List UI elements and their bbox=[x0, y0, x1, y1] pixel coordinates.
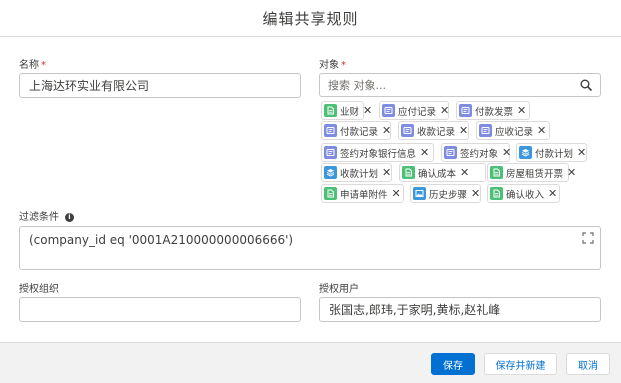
object-pill-label: 历史步骤 bbox=[429, 189, 468, 201]
org-input[interactable] bbox=[19, 297, 301, 322]
users-input[interactable]: 张国志,郎玮,于家明,黄标,赵礼峰 bbox=[319, 297, 601, 322]
users-label-text: 授权用户 bbox=[319, 284, 359, 295]
object-label-text: 对象 bbox=[319, 60, 339, 71]
remove-pill-icon[interactable]: ✕ bbox=[537, 125, 546, 136]
remove-pill-icon[interactable]: ✕ bbox=[392, 188, 401, 199]
object-pill[interactable]: 收款计划 ✕ bbox=[321, 163, 392, 182]
object-pill-label: 收款记录 bbox=[417, 126, 456, 138]
record-icon bbox=[324, 124, 337, 137]
modal-header: 编辑共享规则 bbox=[0, 0, 621, 37]
document-icon bbox=[490, 166, 503, 179]
document-icon bbox=[490, 187, 503, 200]
filter-value: (company_id eq '0001A210000000006666') bbox=[29, 233, 294, 247]
object-pill-label: 签约对象 bbox=[460, 148, 499, 160]
stack-icon bbox=[519, 146, 532, 159]
object-pill[interactable]: 申请单附件 ✕ bbox=[321, 184, 404, 203]
name-label-text: 名称 bbox=[19, 60, 39, 71]
remove-pill-icon[interactable]: ✕ bbox=[517, 105, 526, 116]
remove-pill-icon[interactable]: ✕ bbox=[459, 125, 468, 136]
remove-pill-icon[interactable]: ✕ bbox=[440, 105, 449, 116]
name-input[interactable]: 上海达环实业有限公司 bbox=[19, 73, 301, 98]
search-icon[interactable] bbox=[580, 79, 592, 91]
remove-pill-icon[interactable]: ✕ bbox=[471, 188, 480, 199]
object-label: 对象 * bbox=[319, 56, 346, 71]
object-pill[interactable]: 应收记录 ✕ bbox=[476, 121, 550, 140]
object-pill-label: 签约对象银行信息 bbox=[340, 148, 417, 160]
object-pill-label: 应付记录 bbox=[398, 106, 437, 118]
remove-pill-icon[interactable]: ✕ bbox=[577, 147, 586, 158]
remove-pill-icon[interactable]: ✕ bbox=[548, 188, 557, 199]
stack-icon bbox=[324, 166, 337, 179]
required-mark: * bbox=[341, 60, 346, 71]
record-icon bbox=[382, 104, 395, 117]
org-label: 授权组织 bbox=[19, 280, 59, 295]
document-icon bbox=[324, 187, 337, 200]
remove-pill-icon[interactable]: ✕ bbox=[502, 147, 511, 158]
expand-icon[interactable] bbox=[582, 232, 594, 244]
object-pill-label: 收款计划 bbox=[340, 168, 379, 180]
object-pill[interactable]: 付款发票 ✕ bbox=[456, 101, 530, 120]
document-icon bbox=[324, 104, 337, 117]
remove-pill-icon[interactable]: ✕ bbox=[382, 167, 391, 178]
object-pill[interactable]: 签约对象银行信息 ✕ bbox=[321, 143, 434, 162]
record-icon bbox=[459, 104, 472, 117]
name-label: 名称 * bbox=[19, 56, 46, 71]
remove-pill-icon[interactable]: ✕ bbox=[420, 147, 429, 158]
modal-title: 编辑共享规则 bbox=[262, 9, 359, 28]
modal-footer: 保存 保存并新建 取消 bbox=[0, 342, 621, 383]
object-pill[interactable]: 历史步骤 ✕ bbox=[410, 184, 481, 203]
filter-label: 过滤条件 i bbox=[19, 208, 74, 223]
object-pill-label: 确认成本 bbox=[418, 168, 457, 180]
record-icon bbox=[444, 146, 457, 159]
object-pill[interactable]: 签约对象 ✕ bbox=[441, 143, 511, 162]
object-search-box[interactable] bbox=[319, 73, 601, 97]
document-icon bbox=[402, 166, 415, 179]
org-label-text: 授权组织 bbox=[19, 284, 59, 295]
filter-label-text: 过滤条件 bbox=[19, 212, 59, 223]
object-pill[interactable]: 收款记录 ✕ bbox=[398, 121, 469, 140]
cancel-button[interactable]: 取消 bbox=[566, 353, 610, 375]
object-pill[interactable]: 确认收入 ✕ bbox=[487, 184, 560, 203]
name-input-value: 上海达环实业有限公司 bbox=[29, 79, 150, 93]
object-pill-label: 付款记录 bbox=[340, 126, 379, 138]
remove-pill-icon[interactable]: ✕ bbox=[363, 105, 372, 116]
users-label: 授权用户 bbox=[319, 280, 359, 295]
record-icon bbox=[401, 124, 414, 137]
object-pill[interactable]: 房屋租赁开票 ✕ bbox=[487, 163, 576, 182]
object-pill-label: 付款发票 bbox=[475, 106, 514, 118]
info-icon[interactable]: i bbox=[65, 213, 74, 222]
object-pill-label: 确认收入 bbox=[506, 189, 545, 201]
object-pill[interactable]: 付款计划 ✕ bbox=[516, 143, 587, 162]
users-input-value: 张国志,郎玮,于家明,黄标,赵礼峰 bbox=[329, 303, 501, 317]
edit-sharing-rule-modal: 编辑共享规则 名称* 上海达环实业有限公司 对象* 业财✕应付记录✕付款发票✕付… bbox=[0, 0, 621, 383]
remove-pill-icon[interactable]: ✕ bbox=[567, 167, 576, 178]
save-button[interactable]: 保存 bbox=[431, 353, 475, 375]
object-pill-label: 申请单附件 bbox=[340, 189, 388, 201]
save-and-new-button[interactable]: 保存并新建 bbox=[484, 353, 557, 375]
record-icon bbox=[479, 124, 492, 137]
object-pill[interactable]: 业财 ✕ bbox=[321, 101, 372, 120]
required-mark: * bbox=[41, 60, 46, 71]
image-icon bbox=[413, 187, 426, 200]
object-pill[interactable]: 确认成本 ✕ bbox=[399, 163, 486, 182]
object-pill-label: 付款计划 bbox=[535, 148, 574, 160]
object-pill[interactable]: 应付记录 ✕ bbox=[379, 101, 449, 120]
object-pill[interactable]: 付款记录 ✕ bbox=[321, 121, 391, 140]
record-icon bbox=[324, 146, 337, 159]
remove-pill-icon[interactable]: ✕ bbox=[460, 167, 469, 178]
object-pill-label: 房屋租赁开票 bbox=[506, 168, 564, 180]
filter-textarea[interactable]: (company_id eq '0001A210000000006666') bbox=[19, 226, 601, 270]
object-search-input[interactable] bbox=[328, 78, 580, 92]
object-pill-label: 业财 bbox=[340, 106, 360, 118]
object-pill-label: 应收记录 bbox=[495, 126, 534, 138]
remove-pill-icon[interactable]: ✕ bbox=[382, 125, 391, 136]
